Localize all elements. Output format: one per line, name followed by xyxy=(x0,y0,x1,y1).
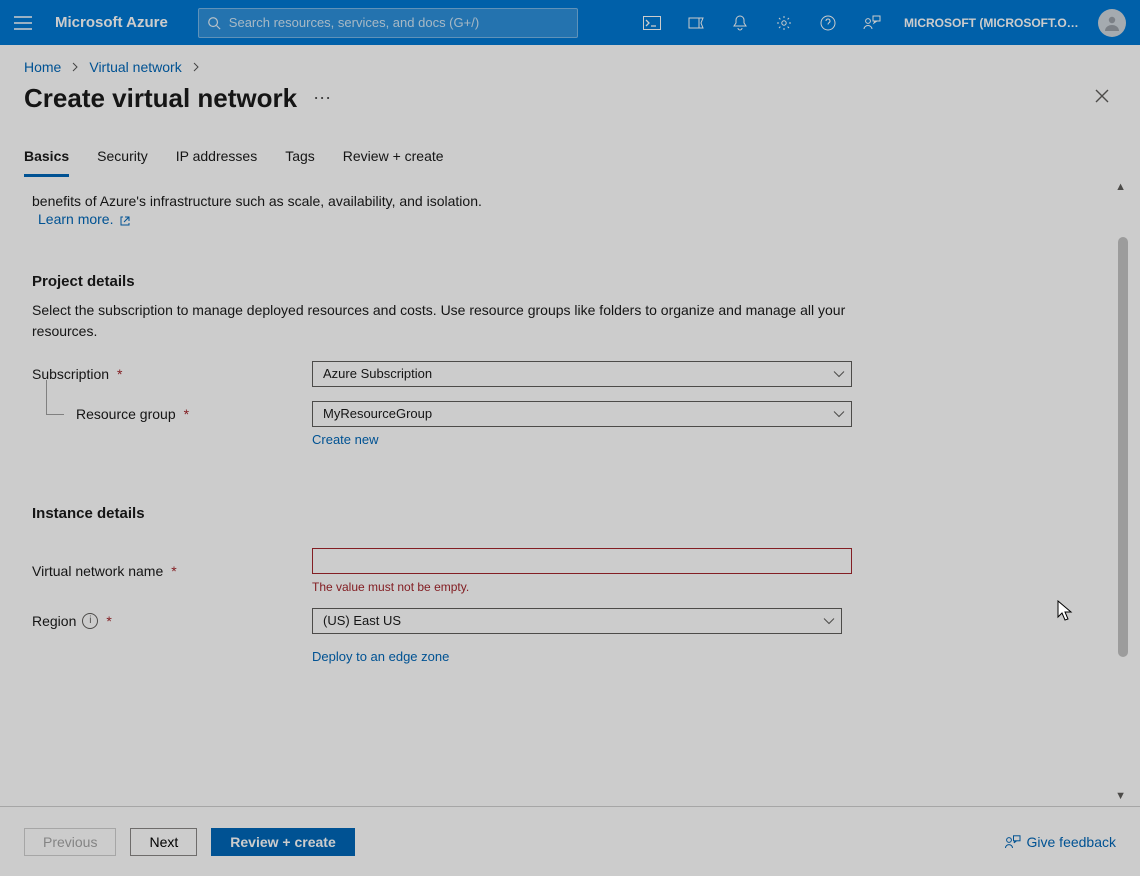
page-header: Create virtual network ⋯ xyxy=(0,79,1140,124)
vnet-name-input[interactable] xyxy=(312,548,852,574)
required-mark: * xyxy=(117,366,122,382)
previous-button: Previous xyxy=(24,828,116,856)
page-content: Home Virtual network Create virtual netw… xyxy=(0,45,1140,876)
cloud-shell-button[interactable] xyxy=(630,0,674,45)
next-button[interactable]: Next xyxy=(130,828,197,856)
feedback-button[interactable] xyxy=(850,0,894,45)
copilot-button[interactable] xyxy=(674,0,718,45)
tenant-label[interactable]: MICROSOFT (MICROSOFT.ONMI… xyxy=(894,16,1094,30)
info-icon[interactable]: i xyxy=(82,613,98,629)
intro-tail: benefits of Azure's infrastructure such … xyxy=(32,191,852,211)
section-project-sub: Select the subscription to manage deploy… xyxy=(32,300,852,341)
close-icon xyxy=(1094,88,1110,104)
chevron-down-icon xyxy=(823,613,835,628)
resource-group-select[interactable]: MyResourceGroup xyxy=(312,401,852,427)
settings-button[interactable] xyxy=(762,0,806,45)
tab-bar: Basics Security IP addresses Tags Review… xyxy=(0,124,1140,177)
required-mark: * xyxy=(184,406,189,422)
form-scroll-wrap: ▲ benefits of Azure's infrastructure suc… xyxy=(0,177,1140,806)
label-rg-text: Resource group xyxy=(76,406,176,422)
required-mark: * xyxy=(106,613,111,629)
cloud-shell-icon xyxy=(643,16,661,30)
region-select[interactable]: (US) East US xyxy=(312,608,842,634)
page-title: Create virtual network xyxy=(24,83,297,114)
intro-tail-text: benefits of Azure's infrastructure such … xyxy=(32,193,482,209)
tab-security[interactable]: Security xyxy=(97,148,148,177)
vnet-name-error: The value must not be empty. xyxy=(312,580,852,594)
label-resource-group: Resource group * xyxy=(32,406,312,422)
azure-topbar: Microsoft Azure MICROSOFT (MICROSOFT.ONM… xyxy=(0,0,1140,45)
scroll-down-button[interactable]: ▼ xyxy=(1115,790,1126,802)
deploy-edge-zone-link[interactable]: Deploy to an edge zone xyxy=(312,649,449,664)
chevron-right-icon xyxy=(192,62,200,72)
feedback-icon xyxy=(1005,835,1021,849)
breadcrumb-vnet[interactable]: Virtual network xyxy=(89,59,181,75)
review-create-button[interactable]: Review + create xyxy=(211,828,354,856)
tab-basics[interactable]: Basics xyxy=(24,148,69,177)
label-vnet-name-text: Virtual network name xyxy=(32,563,163,579)
region-value: (US) East US xyxy=(323,613,401,628)
section-project-title: Project details xyxy=(32,273,1092,290)
search-icon xyxy=(207,16,221,30)
notifications-button[interactable] xyxy=(718,0,762,45)
label-subscription: Subscription * xyxy=(32,366,312,382)
help-button[interactable] xyxy=(806,0,850,45)
give-feedback-text: Give feedback xyxy=(1027,834,1117,850)
subscription-select[interactable]: Azure Subscription xyxy=(312,361,852,387)
learn-more-text: Learn more. xyxy=(38,211,113,227)
required-mark: * xyxy=(171,563,176,579)
topbar-icon-group: MICROSOFT (MICROSOFT.ONMI… xyxy=(630,0,1140,45)
chevron-down-icon xyxy=(833,366,845,381)
copilot-icon xyxy=(688,15,704,31)
hamburger-button[interactable] xyxy=(0,0,45,45)
breadcrumb-sep1 xyxy=(71,59,79,75)
subscription-value: Azure Subscription xyxy=(323,366,432,381)
row-subscription: Subscription * Azure Subscription xyxy=(32,361,1092,387)
person-feedback-icon xyxy=(863,15,881,31)
label-vnet-name: Virtual network name * xyxy=(32,563,312,579)
tab-review[interactable]: Review + create xyxy=(343,148,444,177)
scrollbar-thumb[interactable] xyxy=(1118,237,1128,657)
form-area[interactable]: benefits of Azure's infrastructure such … xyxy=(0,177,1140,806)
row-region: Region i * (US) East US xyxy=(32,608,1092,634)
row-resource-group: Resource group * MyResourceGroup xyxy=(32,401,1092,427)
global-search[interactable] xyxy=(198,8,578,38)
page-actions-button[interactable]: ⋯ xyxy=(313,88,331,109)
label-region: Region i * xyxy=(32,613,312,629)
rg-value: MyResourceGroup xyxy=(323,406,432,421)
row-vnet-name: Virtual network name * The value must no… xyxy=(32,548,1092,594)
chevron-down-icon xyxy=(833,406,845,421)
help-icon xyxy=(820,15,836,31)
tab-tags[interactable]: Tags xyxy=(285,148,315,177)
label-subscription-text: Subscription xyxy=(32,366,109,382)
close-button[interactable] xyxy=(1094,88,1110,109)
label-region-text: Region xyxy=(32,613,76,629)
tab-ip[interactable]: IP addresses xyxy=(176,148,257,177)
learn-more-link[interactable]: Learn more. xyxy=(38,211,131,227)
brand-label[interactable]: Microsoft Azure xyxy=(55,14,168,31)
gear-icon xyxy=(776,15,792,31)
breadcrumb-home[interactable]: Home xyxy=(24,59,61,75)
wizard-footer: Previous Next Review + create Give feedb… xyxy=(0,806,1140,876)
breadcrumb-sep2 xyxy=(192,59,200,75)
bell-icon xyxy=(732,15,748,31)
hamburger-icon xyxy=(14,16,32,30)
section-instance-title: Instance details xyxy=(32,505,1092,522)
breadcrumb: Home Virtual network xyxy=(0,45,1140,79)
create-new-rg-link[interactable]: Create new xyxy=(312,432,378,447)
give-feedback-link[interactable]: Give feedback xyxy=(1005,834,1117,850)
external-link-icon xyxy=(119,215,131,227)
chevron-right-icon xyxy=(71,62,79,72)
avatar[interactable] xyxy=(1098,9,1126,37)
global-search-input[interactable] xyxy=(229,15,569,30)
avatar-icon xyxy=(1103,14,1121,32)
